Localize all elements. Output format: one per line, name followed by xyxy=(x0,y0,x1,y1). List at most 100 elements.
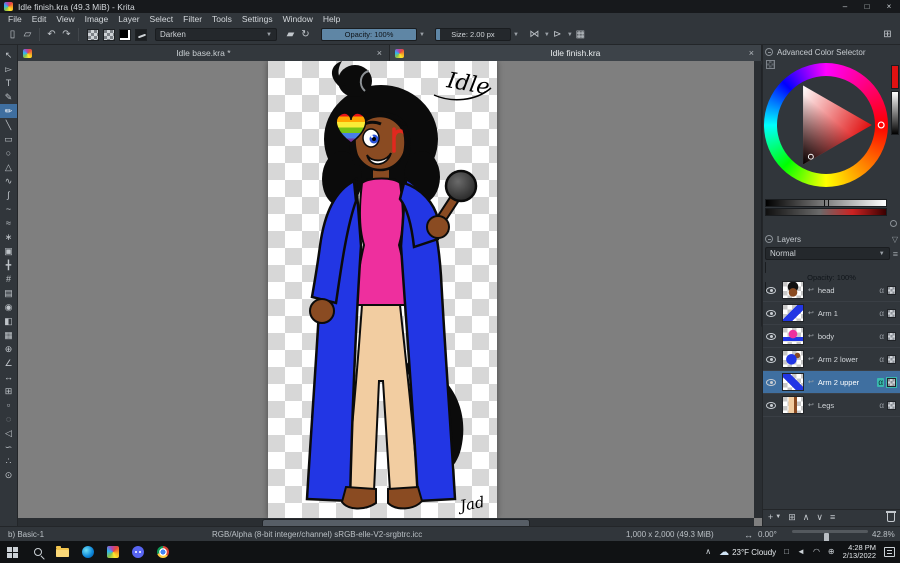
menu-item[interactable]: Image xyxy=(80,14,114,24)
opacity-slider[interactable]: Opacity: 100% xyxy=(321,28,417,41)
alpha-lock-icon[interactable] xyxy=(886,376,897,388)
menu-item[interactable]: Help xyxy=(318,14,345,24)
maximize-icon[interactable]: □ xyxy=(856,0,878,13)
menu-item[interactable]: Tools xyxy=(207,14,237,24)
scrollbar-thumb[interactable] xyxy=(761,63,762,329)
alpha-lock-icon[interactable] xyxy=(887,285,896,295)
brush-preset-label[interactable]: b) Basic-1 xyxy=(8,530,44,539)
zoom-percent-label[interactable]: 42.8% xyxy=(872,530,895,539)
tool-color-sampler[interactable]: ◉ xyxy=(0,300,17,314)
menu-item[interactable]: Settings xyxy=(237,14,278,24)
hsv-triangle[interactable] xyxy=(764,63,888,187)
tool-rectangle[interactable]: ▭ xyxy=(0,132,17,146)
krita-taskbar-button[interactable] xyxy=(100,541,125,563)
visibility-eye-icon[interactable] xyxy=(766,401,776,409)
redo-icon[interactable]: ↷ xyxy=(59,29,74,40)
visibility-eye-icon[interactable] xyxy=(766,309,776,317)
workspace-chooser-icon[interactable]: ⊞ xyxy=(880,29,895,40)
visibility-eye-icon[interactable] xyxy=(766,355,776,363)
menu-item[interactable]: Edit xyxy=(27,14,52,24)
inherit-alpha-icon[interactable]: α xyxy=(879,355,884,364)
canvas-angle-value[interactable]: 0.00° xyxy=(758,530,777,539)
edge-button[interactable] xyxy=(75,541,100,563)
visibility-eye-icon[interactable] xyxy=(766,332,776,340)
menu-item[interactable]: View xyxy=(51,14,79,24)
tool-freehand-brush[interactable]: ✏ xyxy=(0,104,17,118)
canvas-document[interactable]: Idle Jad xyxy=(268,61,497,519)
layer-thumbnail[interactable] xyxy=(782,327,804,345)
tool-text[interactable]: T xyxy=(0,76,17,90)
inherit-alpha-icon[interactable]: α xyxy=(879,286,884,295)
value-slider[interactable] xyxy=(891,91,899,135)
tool-contiguous-select[interactable]: ∴ xyxy=(0,454,17,468)
current-color-swatch[interactable] xyxy=(891,65,899,89)
tool-pattern-fill[interactable]: ▦ xyxy=(0,328,17,342)
horizontal-scrollbar[interactable] xyxy=(18,518,754,526)
add-layer-icon[interactable]: + xyxy=(768,513,773,522)
discord-button[interactable] xyxy=(125,541,150,563)
hidden-icons-chevron[interactable]: ∧ xyxy=(705,547,711,557)
monitor-icon[interactable]: □ xyxy=(784,547,789,557)
chevron-down-icon[interactable]: ▼ xyxy=(513,32,519,38)
tool-gradient[interactable]: ▤ xyxy=(0,286,17,300)
pan-icon[interactable]: ↔ xyxy=(744,530,753,540)
tool-dynamic-brush[interactable]: ≈ xyxy=(0,216,17,230)
fg-bg-color-chip[interactable] xyxy=(119,28,131,41)
reload-preset-icon[interactable]: ↻ xyxy=(298,29,313,40)
alpha-lock-icon[interactable] xyxy=(887,308,896,318)
layer-thumbnail[interactable] xyxy=(782,350,804,368)
menu-item[interactable]: File xyxy=(3,14,27,24)
zoom-slider[interactable] xyxy=(792,530,868,542)
layer-row-arm-2-upper[interactable]: ↩ Arm 2 upper α xyxy=(763,371,900,394)
tool-freehand-path[interactable]: ~ xyxy=(0,202,17,216)
tool-polyline[interactable]: ∿ xyxy=(0,174,17,188)
menu-item[interactable]: Select xyxy=(145,14,179,24)
tool-smart-patch[interactable]: ⊕ xyxy=(0,342,17,356)
layer-thumbnail[interactable] xyxy=(782,281,804,299)
canvas-viewport[interactable]: Idle Jad xyxy=(18,61,762,526)
layer-row-arm-2-lower[interactable]: ↩ Arm 2 lower α xyxy=(763,348,900,371)
layer-row-arm-1[interactable]: ↩ Arm 1 α xyxy=(763,302,900,325)
chevron-down-icon[interactable]: ▼ xyxy=(419,32,425,38)
layer-options-icon[interactable]: ≡ xyxy=(893,249,898,259)
alpha-lock-icon[interactable] xyxy=(887,400,896,410)
visibility-eye-icon[interactable] xyxy=(766,286,776,294)
start-button[interactable] xyxy=(0,541,25,563)
menu-item[interactable]: Window xyxy=(278,14,318,24)
tool-transform[interactable]: ▣ xyxy=(0,244,17,258)
menu-item[interactable]: Layer xyxy=(113,14,144,24)
inherit-alpha-icon[interactable]: α xyxy=(879,401,884,410)
tool-measure[interactable]: ↔ xyxy=(0,370,17,384)
shade-selector-hue-strip[interactable] xyxy=(765,208,887,216)
layer-thumbnail[interactable] xyxy=(782,304,804,322)
inherit-alpha-icon[interactable]: α xyxy=(877,377,884,387)
vertical-scrollbar[interactable] xyxy=(754,61,762,518)
tool-line[interactable]: ╲ xyxy=(0,118,17,132)
inherit-alpha-icon[interactable]: α xyxy=(879,309,884,318)
tab-idle-finish[interactable]: Idle finish.kra × xyxy=(390,45,762,61)
visibility-eye-icon[interactable] xyxy=(766,378,776,386)
layer-thumbnail[interactable] xyxy=(782,396,804,414)
tool-crop[interactable]: # xyxy=(0,272,17,286)
chevron-down-icon[interactable]: ▼ xyxy=(775,513,781,522)
docker-collapse-icon[interactable] xyxy=(765,235,773,243)
undo-icon[interactable]: ↶ xyxy=(44,29,59,40)
tool-move[interactable]: ╋ xyxy=(0,258,17,272)
move-layer-up-icon[interactable]: ∧ xyxy=(803,513,810,522)
shade-selector-gradient[interactable] xyxy=(765,199,887,207)
alpha-lock-icon[interactable] xyxy=(887,354,896,364)
layer-thumbnail[interactable] xyxy=(782,373,804,391)
pattern-chooser[interactable] xyxy=(103,28,115,41)
minimize-icon[interactable]: – xyxy=(834,0,856,13)
tool-zoom[interactable]: ⊙ xyxy=(0,468,17,482)
move-layer-down-icon[interactable]: ∨ xyxy=(816,513,823,522)
close-icon[interactable]: × xyxy=(375,48,384,58)
gradient-chooser[interactable] xyxy=(87,28,99,41)
tool-ellipse[interactable]: ○ xyxy=(0,146,17,160)
close-icon[interactable]: × xyxy=(878,0,900,13)
filter-funnel-icon[interactable]: ▽ xyxy=(892,235,898,244)
tool-calligraphy[interactable]: ✎ xyxy=(0,90,17,104)
tool-polygon[interactable]: △ xyxy=(0,160,17,174)
tool-freehand-select[interactable]: ∽ xyxy=(0,440,17,454)
close-icon[interactable]: × xyxy=(747,48,756,58)
